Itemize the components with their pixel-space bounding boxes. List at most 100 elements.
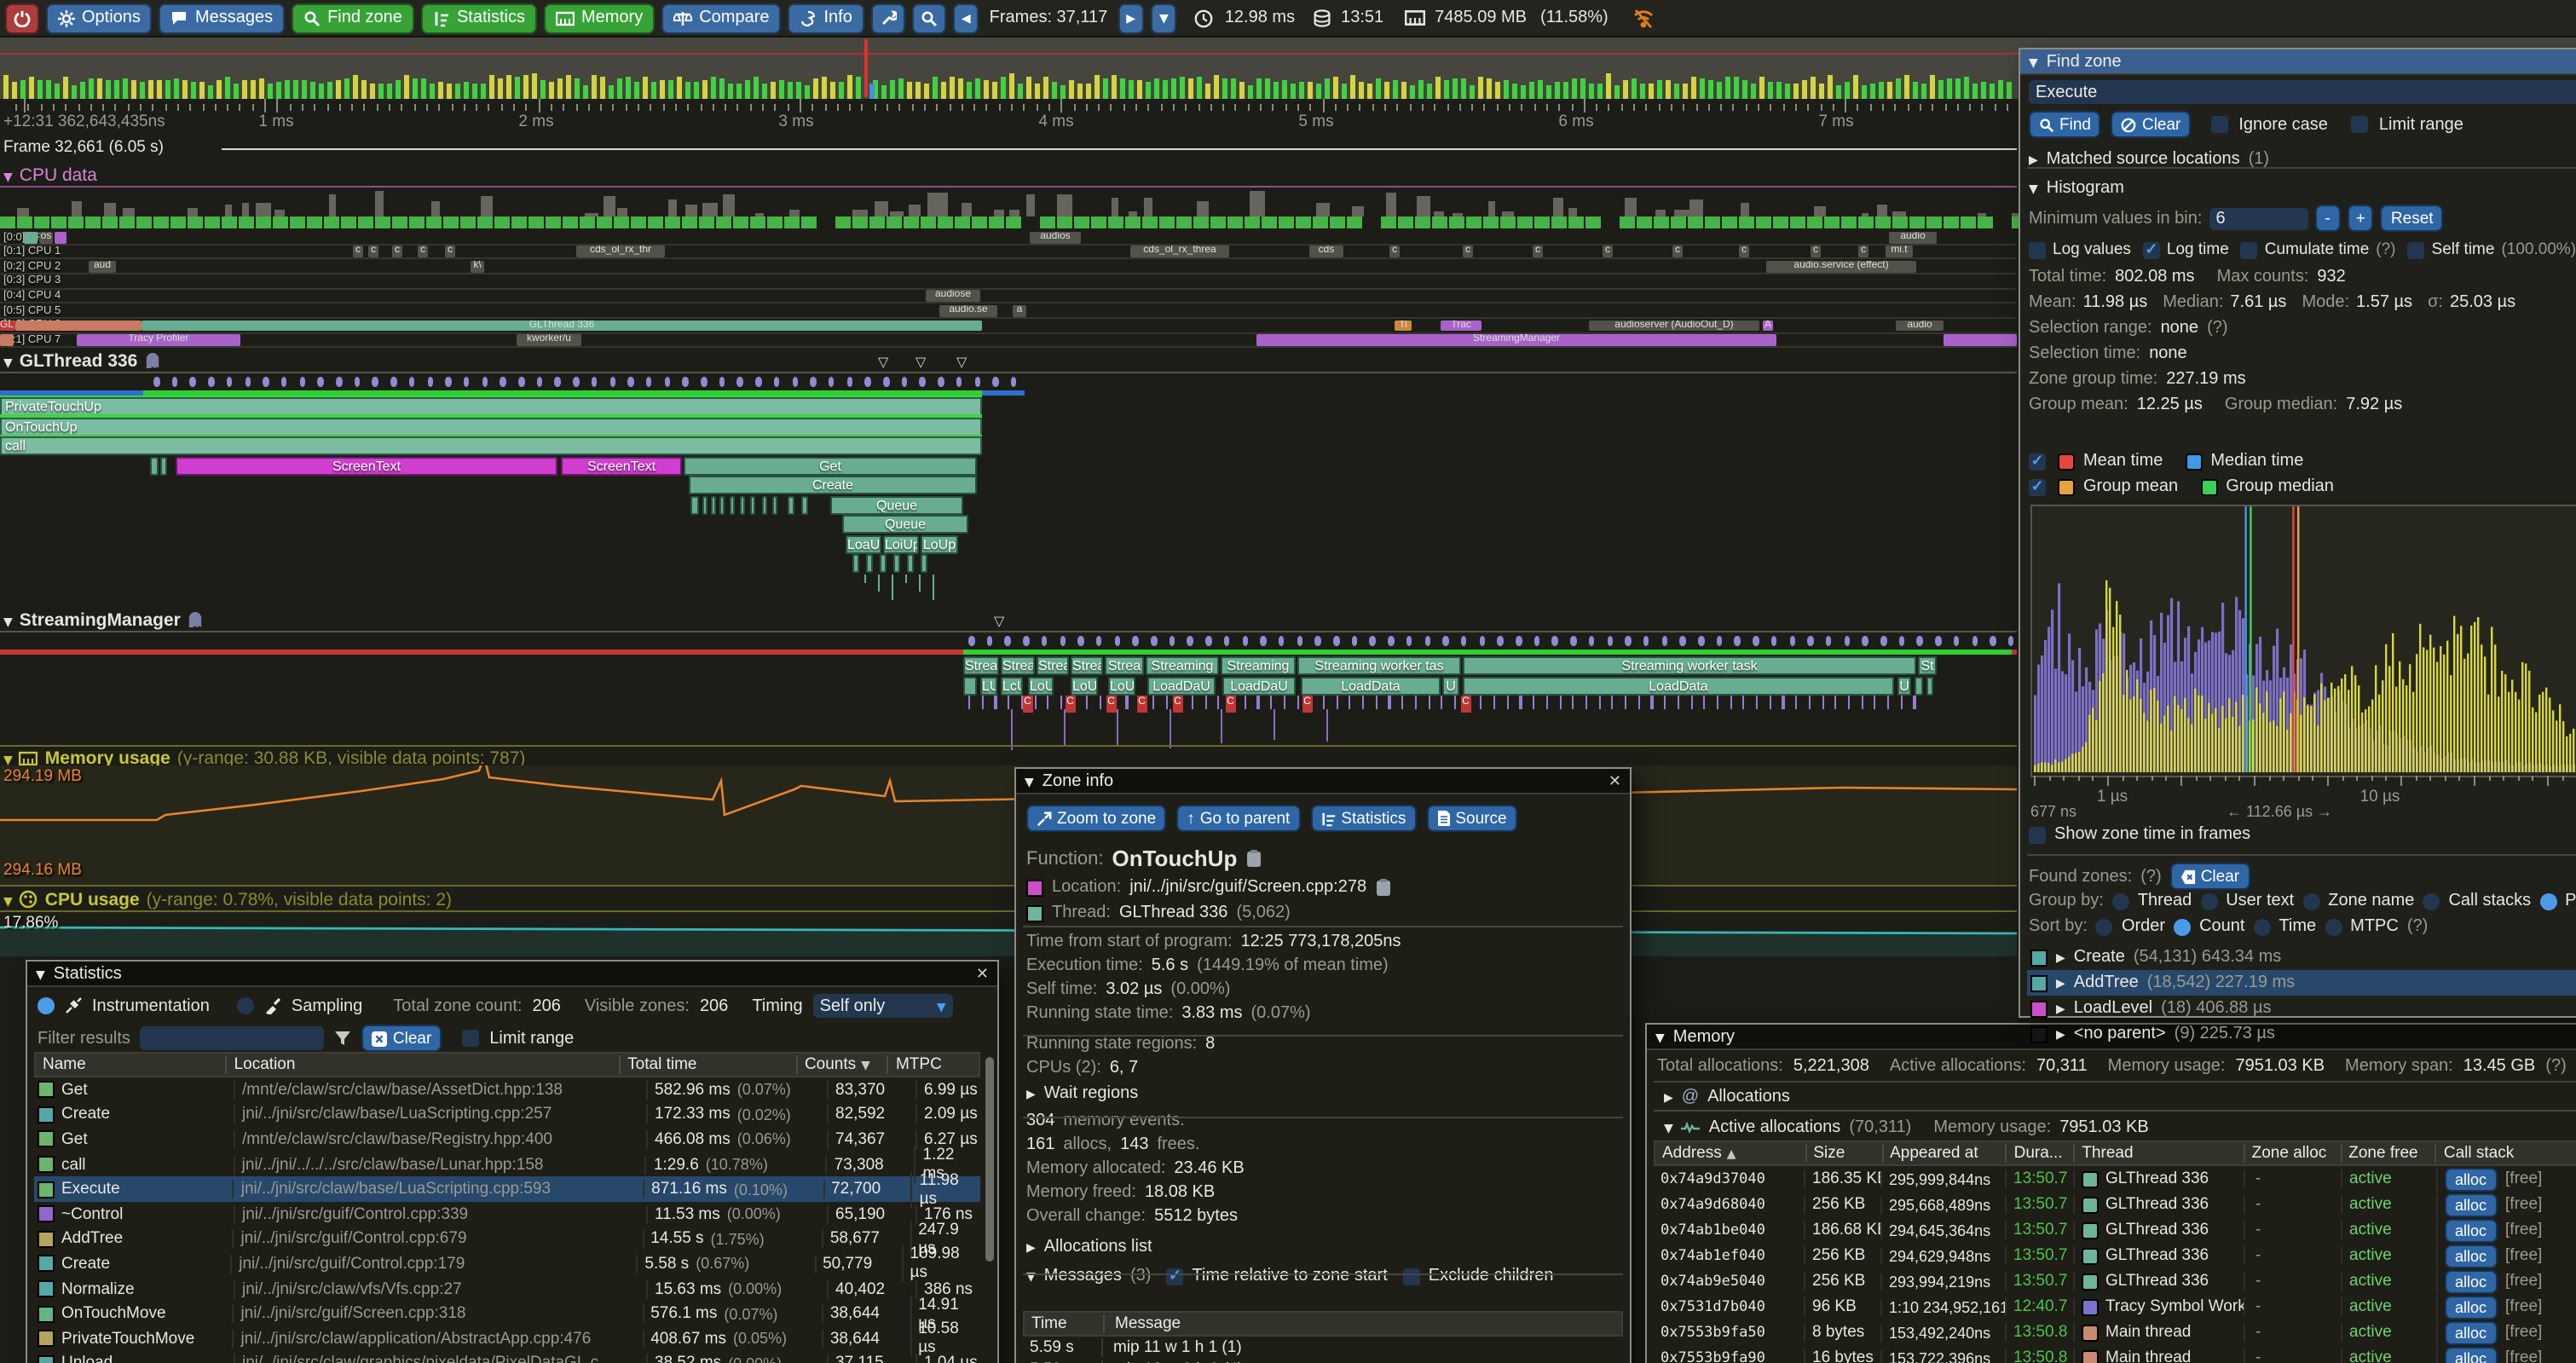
cpu-zone[interactable]: audio [1896, 320, 1944, 332]
cpu-zone[interactable]: Tracy Profiler [77, 335, 240, 347]
filter-input[interactable] [141, 1026, 325, 1050]
find-zone-titlebar[interactable]: Find zone ✕ [2020, 49, 2576, 75]
cpu-zone[interactable]: Ti [1395, 320, 1412, 332]
wait-regions-toggle[interactable]: Wait regions [1016, 1077, 1630, 1103]
streaming-header[interactable]: StreamingManager [0, 609, 2017, 632]
collapse-icon[interactable] [1026, 1267, 1036, 1285]
statistics-row[interactable]: Get/mnt/e/claw/src/claw/base/Registry.hp… [34, 1127, 980, 1152]
find-zone-search-input[interactable]: Execute [2029, 80, 2576, 104]
statistics-row[interactable]: ~Controljni/../jni/src/guif/Control.cpp:… [34, 1202, 980, 1227]
cpu-usage-header[interactable]: CPU usage (y-range: 0.78%, visible data … [0, 888, 2017, 912]
context-switch-mark[interactable]: C [1023, 696, 1032, 712]
column-header[interactable]: Zone alloc [2244, 1144, 2341, 1163]
find-button[interactable]: Find [2029, 111, 2101, 138]
cpu-zone[interactable] [24, 232, 38, 244]
cpu-core-row[interactable]: [0:1] CPU 1ccccccds_ol_rx_thrcds_ol_rx_t… [0, 245, 2017, 259]
bin-reset-button[interactable]: Reset [2381, 205, 2444, 232]
self-time-checkbox[interactable] [2408, 241, 2425, 258]
timeline-zone[interactable]: Strean [963, 656, 999, 675]
timeline-zone[interactable]: Queue [842, 515, 968, 534]
cpu-zone[interactable]: c [1603, 246, 1613, 258]
messages-button[interactable]: Messages [159, 3, 285, 33]
context-switch-mark[interactable]: C [1066, 696, 1075, 712]
group-by-radio-thread[interactable] [2112, 892, 2129, 910]
show-zone-time-checkbox[interactable] [2029, 826, 2046, 843]
timeline-zone[interactable]: LoiUp [883, 534, 919, 553]
timeline-zone[interactable]: U [1897, 676, 1911, 695]
cpu-zone[interactable]: audio.se [939, 305, 997, 317]
found-clear-button[interactable]: Clear [2170, 863, 2250, 890]
instrumentation-radio[interactable] [38, 997, 55, 1014]
timeline-zone[interactable]: LoU [1071, 676, 1098, 695]
cpu-data-header[interactable]: CPU data [0, 164, 2017, 188]
found-zone-row[interactable]: Create(54,131) 643.34 ms [2027, 944, 2576, 970]
cpu-core-row[interactable]: [0:0] CPU 0osaudiosaudio [0, 230, 2017, 245]
cpu-zone[interactable]: audios [1030, 232, 1081, 244]
statistics-titlebar[interactable]: Statistics ✕ [27, 962, 997, 987]
column-header[interactable]: Name [36, 1055, 226, 1074]
zone-flag-marker[interactable] [915, 353, 926, 372]
column-header[interactable]: Appeared at [1881, 1144, 2006, 1163]
time-relative-checkbox[interactable] [1166, 1268, 1183, 1285]
exclude-children-checkbox[interactable] [1403, 1268, 1420, 1285]
cpu-usage-graph[interactable]: 17.86% [0, 912, 2017, 956]
cpu-core-row[interactable]: [1:0] CPU 6GLTGLThread 336TiTracaudioser… [0, 319, 2017, 333]
histogram-plot[interactable] [2030, 505, 2576, 777]
legend-checkbox[interactable] [2029, 478, 2046, 495]
sampling-radio[interactable] [237, 997, 254, 1014]
glthread-header[interactable]: GLThread 336 [0, 349, 2017, 373]
compare-button[interactable]: Compare [661, 3, 781, 33]
timeline-zone[interactable]: Strea [1071, 656, 1103, 675]
cpu-zone[interactable]: A [1763, 320, 1773, 332]
zoom-tool-button[interactable] [912, 3, 946, 33]
sort-by-radio-count[interactable] [2174, 918, 2191, 935]
cpu-core-row[interactable]: [0:2] CPU 2audk\audio.service (effect) [0, 260, 2017, 274]
alloc-callstack-button[interactable]: alloc [2445, 1218, 2497, 1242]
zone-flag-marker[interactable] [878, 353, 888, 372]
bin-plus-button[interactable]: + [2348, 205, 2374, 232]
column-header[interactable]: Time [1025, 1314, 1103, 1333]
min-values-input[interactable]: 6 [2209, 207, 2307, 229]
cpu-zone[interactable]: c [1811, 246, 1821, 258]
alloc-callstack-button[interactable]: alloc [2445, 1193, 2497, 1216]
cpu-core-row[interactable]: [0:5] CPU 5audio.sea [0, 304, 2017, 319]
find-limit-range-checkbox[interactable] [2352, 116, 2369, 133]
zoom-to-zone-button[interactable]: Zoom to zone [1026, 805, 1166, 832]
alloc-callstack-button[interactable]: alloc [2445, 1244, 2497, 1268]
timeline-zone[interactable] [893, 554, 900, 573]
sort-by-radio-mtpc[interactable] [2325, 918, 2342, 935]
cpu-zone[interactable]: c [1463, 246, 1473, 258]
alloc-callstack-button[interactable]: alloc [2445, 1269, 2497, 1293]
log-values-checkbox[interactable] [2029, 241, 2046, 258]
memory-graph[interactable]: 294.19 MB 294.16 MB [0, 765, 2017, 885]
statistics-row[interactable]: calljni/../jni/../../../src/claw/base/Lu… [34, 1152, 980, 1177]
column-header[interactable]: Address [1655, 1144, 1805, 1163]
zone-statistics-button[interactable]: Statistics [1310, 805, 1416, 832]
allocation-row[interactable]: 0x7553b9fa508 bytes153,492,240ns13:50.8M… [1654, 1320, 2576, 1345]
allocation-row[interactable]: 0x74ab1ef040256 KB294,629,948ns13:50.7GL… [1654, 1243, 2576, 1268]
next-frame-button[interactable] [1118, 3, 1144, 33]
cpu-zone[interactable]: c [445, 246, 455, 258]
column-header[interactable]: MTPC [887, 1055, 979, 1074]
context-switch-mark[interactable]: C [1173, 696, 1182, 712]
cpu-zone[interactable]: c [1858, 246, 1868, 258]
prev-frame-button[interactable] [953, 3, 979, 33]
cpu-zone[interactable]: GLThread 336 [142, 320, 982, 332]
cpu-zone[interactable]: mi.t [1886, 246, 1913, 258]
context-switch-mark[interactable]: C [1226, 696, 1235, 712]
cpu-zone[interactable]: cds_ol_rx_threa [1130, 246, 1229, 258]
sort-by-radio-order[interactable] [2096, 918, 2113, 935]
statistics-scrollbar[interactable] [985, 1057, 994, 1262]
timeline-zone[interactable]: Strea [1037, 656, 1069, 675]
timeline-zone[interactable]: LoadDaU [1222, 676, 1296, 695]
allocation-row[interactable]: 0x7553b9fa9016 bytes153,722,396ns13:50.8… [1654, 1345, 2576, 1363]
allocation-row[interactable]: 0x74a9d68040256 KB295,668,489ns13:50.7GL… [1654, 1192, 2576, 1217]
alloc-callstack-button[interactable]: alloc [2445, 1346, 2497, 1363]
timeline-zone[interactable]: LU [980, 676, 997, 695]
cpu-zone[interactable]: kworker/u [517, 335, 581, 347]
cpu-zone[interactable]: audiose [926, 291, 980, 303]
timeline-zone[interactable] [880, 554, 887, 573]
legend-checkbox[interactable] [2029, 453, 2046, 470]
group-by-radio-parent[interactable] [2539, 892, 2556, 910]
timeline-zone[interactable]: PrivateTouchUp [0, 397, 982, 416]
